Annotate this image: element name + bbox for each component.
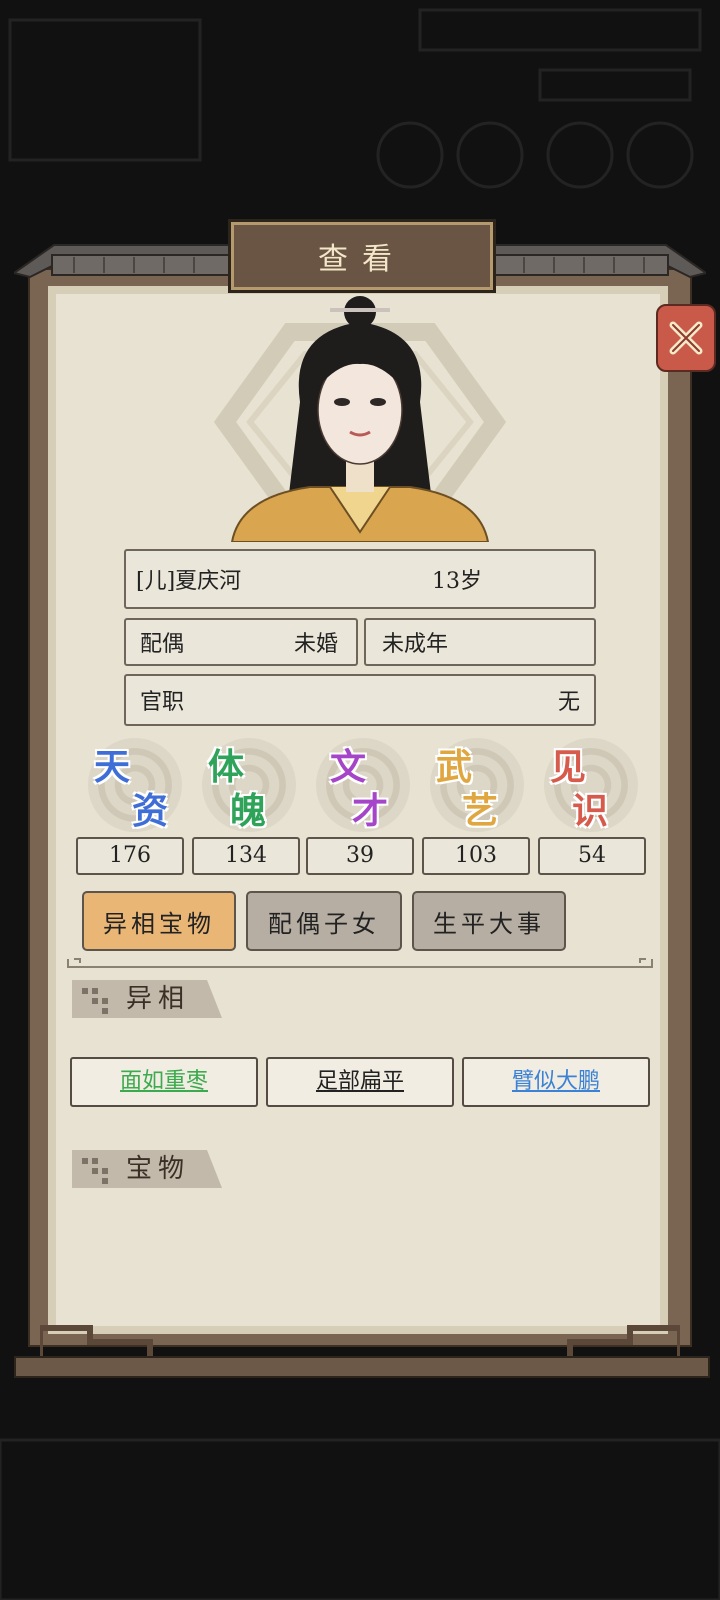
trait-item[interactable]: 面如重枣 — [70, 1057, 258, 1107]
stat-label-char2: 魄 — [230, 790, 267, 832]
name-row: [儿]夏庆河 13岁 — [124, 549, 596, 609]
stat-talent: 天 资 — [80, 738, 190, 846]
stat-literary: 文 才 — [308, 738, 418, 846]
stat-value-martial: 103 — [422, 837, 530, 875]
stat-value-literary: 39 — [306, 837, 414, 875]
traits-section-header: 异相 — [72, 980, 232, 1018]
office-label: 官职 — [140, 690, 185, 715]
tab-traits-treasures[interactable]: 异相宝物 — [82, 891, 236, 951]
stat-knowledge: 见 识 — [536, 738, 646, 846]
character-portrait — [213, 296, 507, 542]
stat-label-char2: 艺 — [462, 790, 499, 832]
tab-spouse-children[interactable]: 配偶子女 — [246, 891, 402, 951]
close-button[interactable] — [656, 304, 716, 372]
character-name: [儿]夏庆河 — [136, 569, 242, 594]
spouse-row: 配偶 未婚 — [124, 618, 358, 666]
close-icon — [669, 321, 703, 355]
dialog-title: 查看 — [228, 219, 496, 293]
character-age: 13岁 — [432, 569, 482, 594]
tab-life-events[interactable]: 生平大事 — [412, 891, 566, 951]
trait-item[interactable]: 臂似大鹏 — [462, 1057, 650, 1107]
maturity-value: 未成年 — [382, 632, 449, 657]
section-divider — [67, 958, 653, 968]
spouse-label: 配偶 — [140, 632, 185, 657]
stat-label-char1: 天 — [94, 746, 131, 788]
stat-label-char2: 资 — [132, 790, 169, 832]
trait-item[interactable]: 足部扁平 — [266, 1057, 454, 1107]
frame-bottom-bar — [14, 1356, 710, 1378]
stat-label-char2: 才 — [352, 790, 389, 832]
maturity-row: 未成年 — [364, 618, 596, 666]
stat-martial: 武 艺 — [422, 738, 532, 846]
stat-value-physique: 134 — [192, 837, 300, 875]
treasures-section-header: 宝物 — [72, 1150, 232, 1188]
stat-value-knowledge: 54 — [538, 837, 646, 875]
stat-value-talent: 176 — [76, 837, 184, 875]
frame-lattice-left — [40, 1325, 153, 1356]
office-row: 官职 无 — [124, 674, 596, 726]
spouse-value: 未婚 — [293, 632, 338, 657]
treasures-section-title: 宝物 — [126, 1154, 191, 1184]
office-value: 无 — [557, 690, 580, 715]
stat-physique: 体 魄 — [194, 738, 304, 846]
traits-section-title: 异相 — [126, 984, 191, 1014]
frame-lattice-right — [567, 1325, 680, 1356]
stat-label-char2: 识 — [572, 790, 609, 832]
